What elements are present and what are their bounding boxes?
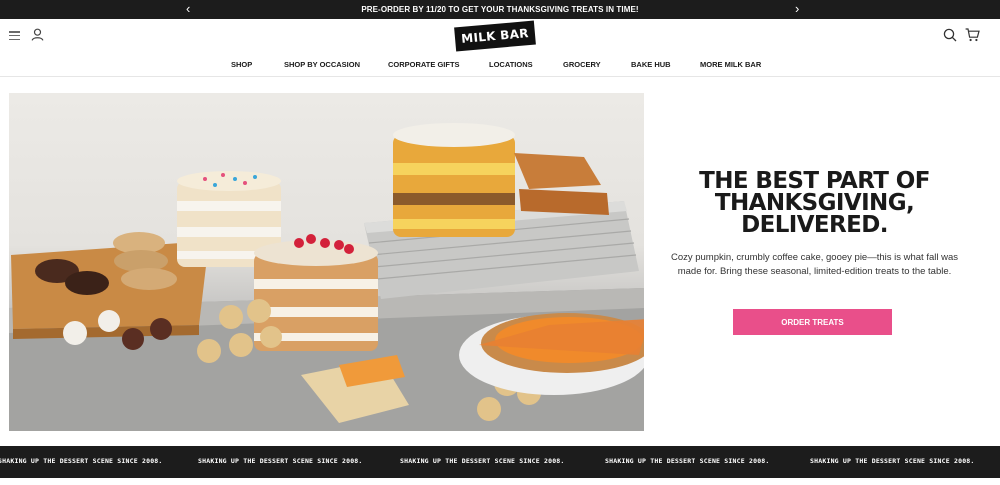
nav-item-shop-by-occasion[interactable]: SHOP BY OCCASION — [284, 60, 360, 69]
hero-image-illustration — [9, 123, 644, 431]
user-icon[interactable] — [31, 28, 44, 41]
announcement-message[interactable]: PRE-ORDER BY 11/20 TO GET YOUR THANKSGIV… — [361, 5, 638, 14]
hero-text-block: THE BEST PART OF THANKSGIVING, DELIVERED… — [662, 170, 967, 279]
search-icon[interactable] — [943, 28, 957, 42]
logo-text: MILK BAR — [460, 26, 530, 46]
ticker-text: SHAKING UP THE DESSERT SCENE SINCE 2008. — [0, 457, 163, 465]
nav-item-shop[interactable]: SHOP — [231, 60, 252, 69]
site-header: MILK BAR SHOP SHOP BY OCCASION CORPORATE… — [0, 19, 1000, 77]
ticker-text: SHAKING UP THE DESSERT SCENE SINCE 2008. — [810, 457, 975, 465]
chevron-right-icon[interactable]: › — [795, 1, 799, 17]
hero-title-line: THE BEST PART OF — [699, 168, 930, 194]
cart-icon[interactable] — [965, 28, 980, 42]
ticker-text: SHAKING UP THE DESSERT SCENE SINCE 2008. — [400, 457, 565, 465]
nav-item-corporate-gifts[interactable]: CORPORATE GIFTS — [388, 60, 460, 69]
chevron-left-icon[interactable]: ‹ — [186, 1, 190, 17]
hero-title-line: DELIVERED. — [741, 212, 888, 238]
nav-item-grocery[interactable]: GROCERY — [563, 60, 601, 69]
hero-description: Cozy pumpkin, crumbly coffee cake, gooey… — [670, 252, 959, 277]
hero-title: THE BEST PART OF THANKSGIVING, DELIVERED… — [662, 168, 967, 238]
order-treats-button[interactable]: ORDER TREATS — [733, 309, 892, 335]
milk-bar-logo[interactable]: MILK BAR — [454, 20, 536, 52]
hero-title-line: THANKSGIVING, — [714, 190, 915, 216]
nav-item-locations[interactable]: LOCATIONS — [489, 60, 533, 69]
nav-item-bake-hub[interactable]: BAKE HUB — [631, 60, 671, 69]
menu-icon[interactable] — [9, 31, 20, 41]
marquee-ticker: SHAKING UP THE DESSERT SCENE SINCE 2008.… — [0, 446, 1000, 478]
hero-image — [9, 93, 644, 431]
announcement-bar: ‹ PRE-ORDER BY 11/20 TO GET YOUR THANKSG… — [0, 0, 1000, 19]
ticker-text: SHAKING UP THE DESSERT SCENE SINCE 2008. — [605, 457, 770, 465]
nav-item-more-milk-bar[interactable]: MORE MILK BAR — [700, 60, 761, 69]
main-nav: SHOP SHOP BY OCCASION CORPORATE GIFTS LO… — [0, 60, 1000, 72]
ticker-text: SHAKING UP THE DESSERT SCENE SINCE 2008. — [198, 457, 363, 465]
